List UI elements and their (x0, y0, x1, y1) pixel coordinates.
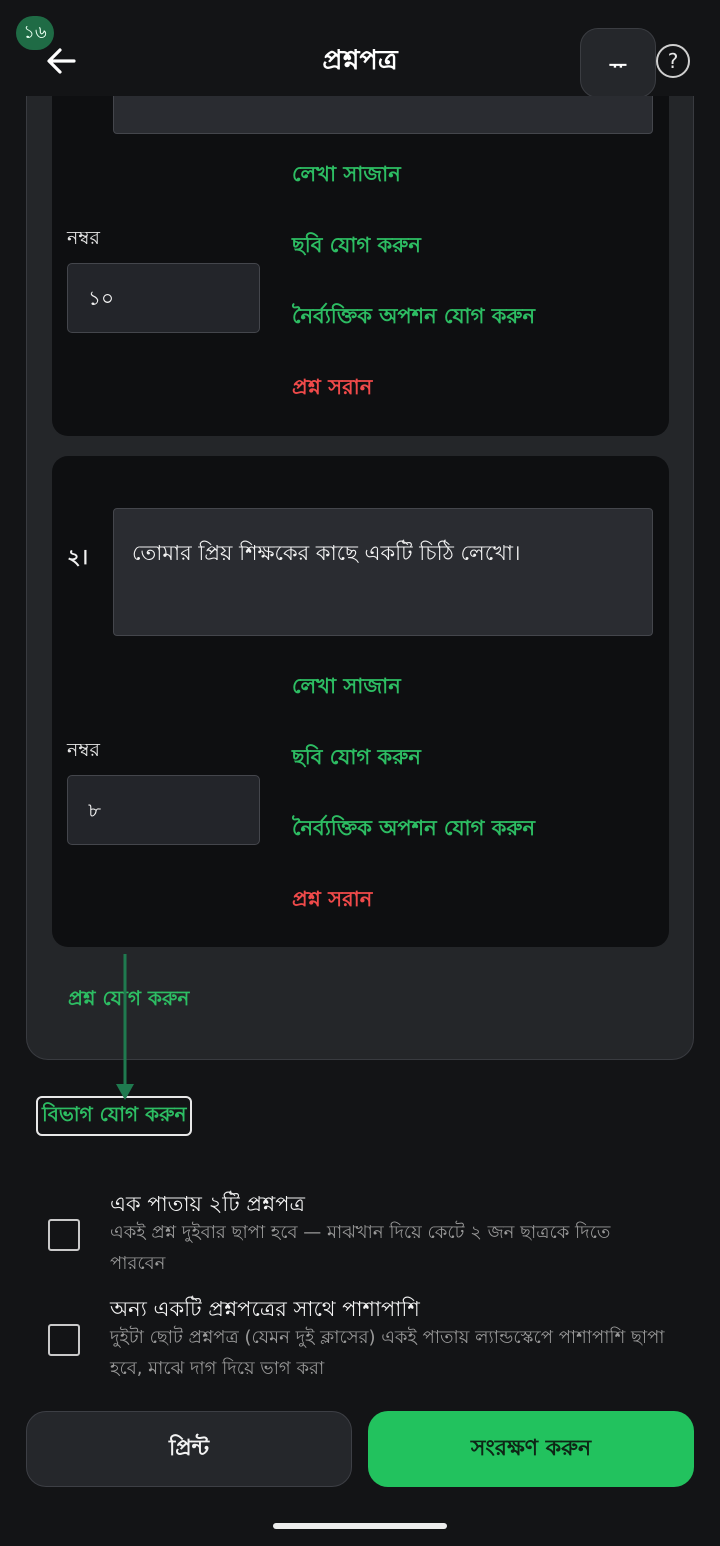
remove-question-button[interactable]: প্রশ্ন সরান (292, 883, 372, 918)
format-text-button[interactable]: লেখা সাজান (292, 158, 401, 193)
option-description: দুইটা ছোট প্রশ্নপত্র (যেমন দুই ক্লাসের) … (110, 1327, 665, 1379)
add-mcq-options-button[interactable]: নৈর্ব্যক্তিক অপশন যোগ করুন (292, 812, 535, 847)
question-text-input[interactable] (113, 96, 653, 134)
format-text-button[interactable]: লেখা সাজান (292, 670, 401, 705)
question-card-2: ২। তোমার প্রিয় শিক্ষকের কাছে একটি চিঠি … (52, 456, 669, 947)
help-icon[interactable]: ? (656, 44, 690, 78)
text-size-icon: ᅲ (608, 52, 628, 77)
add-section-button[interactable]: বিভাগ যোগ করুন (36, 1096, 193, 1136)
marks-label: নম্বর (67, 227, 100, 249)
option-side-by-side[interactable]: অন্য একটি প্রশ্নপত্রের সাথে পাশাপাশি দুই… (0, 1291, 720, 1383)
marks-label: নম্বর (67, 739, 100, 761)
side-by-side-checkbox[interactable] (48, 1324, 80, 1356)
question-card-1: লেখা সাজান নম্বর ছবি যোগ করুন ১০ নৈর্ব্য… (52, 96, 669, 436)
question-text-input[interactable]: তোমার প্রিয় শিক্ষকের কাছে একটি চিঠি লেখ… (113, 508, 653, 636)
marks-input[interactable]: ১০ (67, 263, 260, 333)
add-image-button[interactable]: ছবি যোগ করুন (292, 741, 421, 776)
home-indicator (273, 1523, 447, 1529)
section-container: লেখা সাজান নম্বর ছবি যোগ করুন ১০ নৈর্ব্য… (26, 96, 694, 1060)
option-description: একই প্রশ্ন দুইবার ছাপা হবে — মাঝখান দিয়… (110, 1222, 611, 1274)
save-button[interactable]: সংরক্ষণ করুন (368, 1411, 694, 1487)
add-image-button[interactable]: ছবি যোগ করুন (292, 229, 421, 264)
text-size-button[interactable]: ᅲ (580, 28, 656, 98)
marks-input[interactable]: ৮ (67, 775, 260, 845)
add-mcq-options-button[interactable]: নৈর্ব্যক্তিক অপশন যোগ করুন (292, 300, 535, 335)
remove-question-button[interactable]: প্রশ্ন সরান (292, 371, 372, 406)
two-per-page-checkbox[interactable] (48, 1219, 80, 1251)
question-number: ২। (67, 545, 89, 569)
option-two-per-page[interactable]: এক পাতায় ২টি প্রশ্নপত্র একই প্রশ্ন দুইব… (0, 1186, 720, 1278)
print-button[interactable]: প্রিন্ট (26, 1411, 352, 1487)
annotation-arrow-icon (116, 954, 134, 1100)
